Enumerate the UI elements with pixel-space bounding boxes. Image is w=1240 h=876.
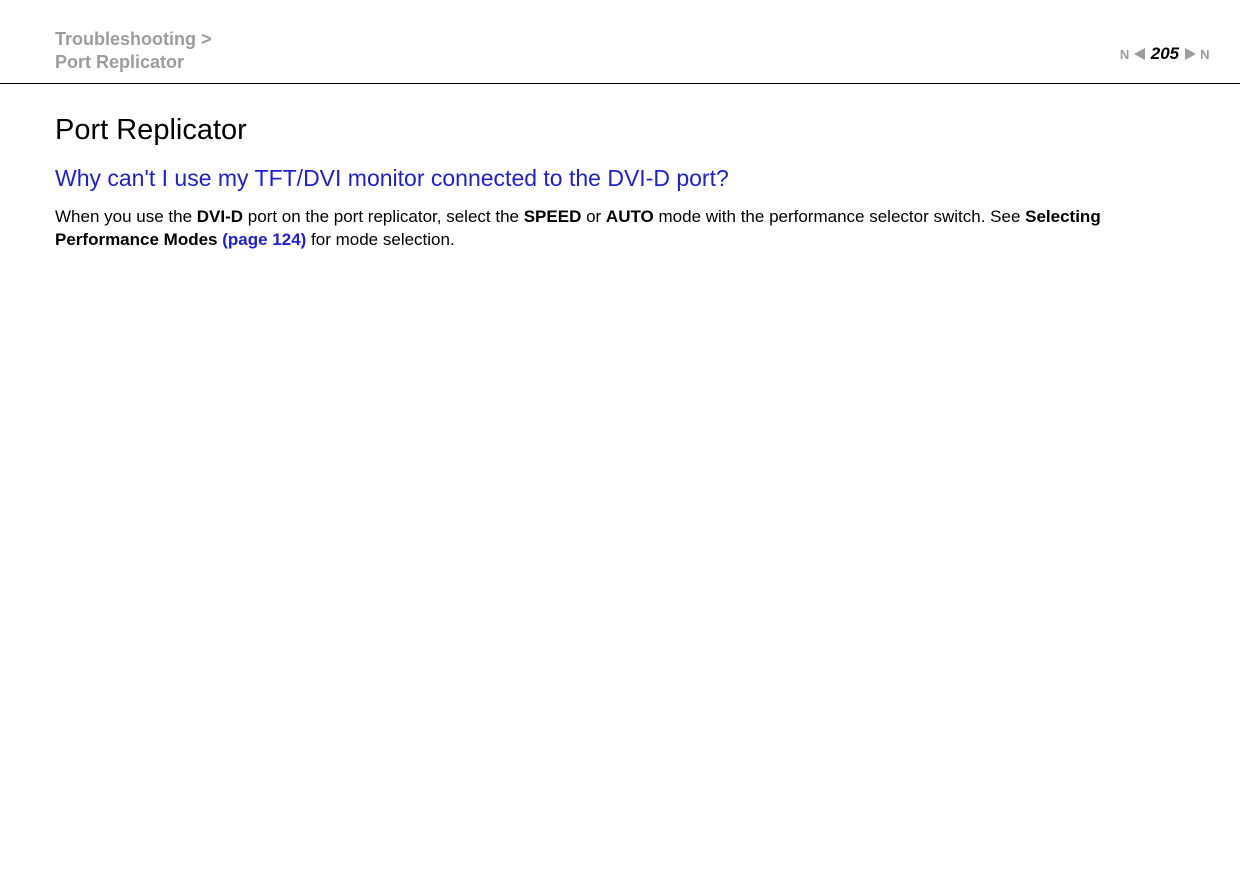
text-run: mode with the performance selector switc…	[654, 207, 1025, 226]
prev-page-arrow-icon[interactable]	[1134, 48, 1145, 60]
page-link-124[interactable]: (page 124)	[222, 230, 306, 249]
bold-auto: AUTO	[606, 207, 654, 226]
bold-dvid: DVI-D	[197, 207, 243, 226]
question-heading: Why can't I use my TFT/DVI monitor conne…	[55, 165, 1185, 192]
nav-n-left: N	[1120, 47, 1130, 62]
breadcrumb-section[interactable]: Troubleshooting	[55, 29, 196, 49]
next-page-arrow-icon[interactable]	[1185, 48, 1196, 60]
text-run: port on the port replicator, select the	[243, 207, 524, 226]
text-run: When you use the	[55, 207, 197, 226]
page-navigation: N 205 N	[1120, 28, 1210, 64]
page-header: Troubleshooting > Port Replicator N 205 …	[0, 0, 1240, 84]
text-run: or	[581, 207, 606, 226]
nav-n-right: N	[1200, 47, 1210, 62]
breadcrumb: Troubleshooting > Port Replicator	[55, 28, 212, 75]
page-number: 205	[1151, 44, 1179, 64]
breadcrumb-current: Port Replicator	[55, 51, 212, 74]
section-title: Port Replicator	[55, 114, 1185, 147]
text-run: for mode selection.	[306, 230, 454, 249]
page-content: Port Replicator Why can't I use my TFT/D…	[0, 84, 1240, 252]
body-paragraph: When you use the DVI-D port on the port …	[55, 206, 1185, 252]
breadcrumb-separator: >	[196, 29, 212, 49]
bold-speed: SPEED	[524, 207, 582, 226]
